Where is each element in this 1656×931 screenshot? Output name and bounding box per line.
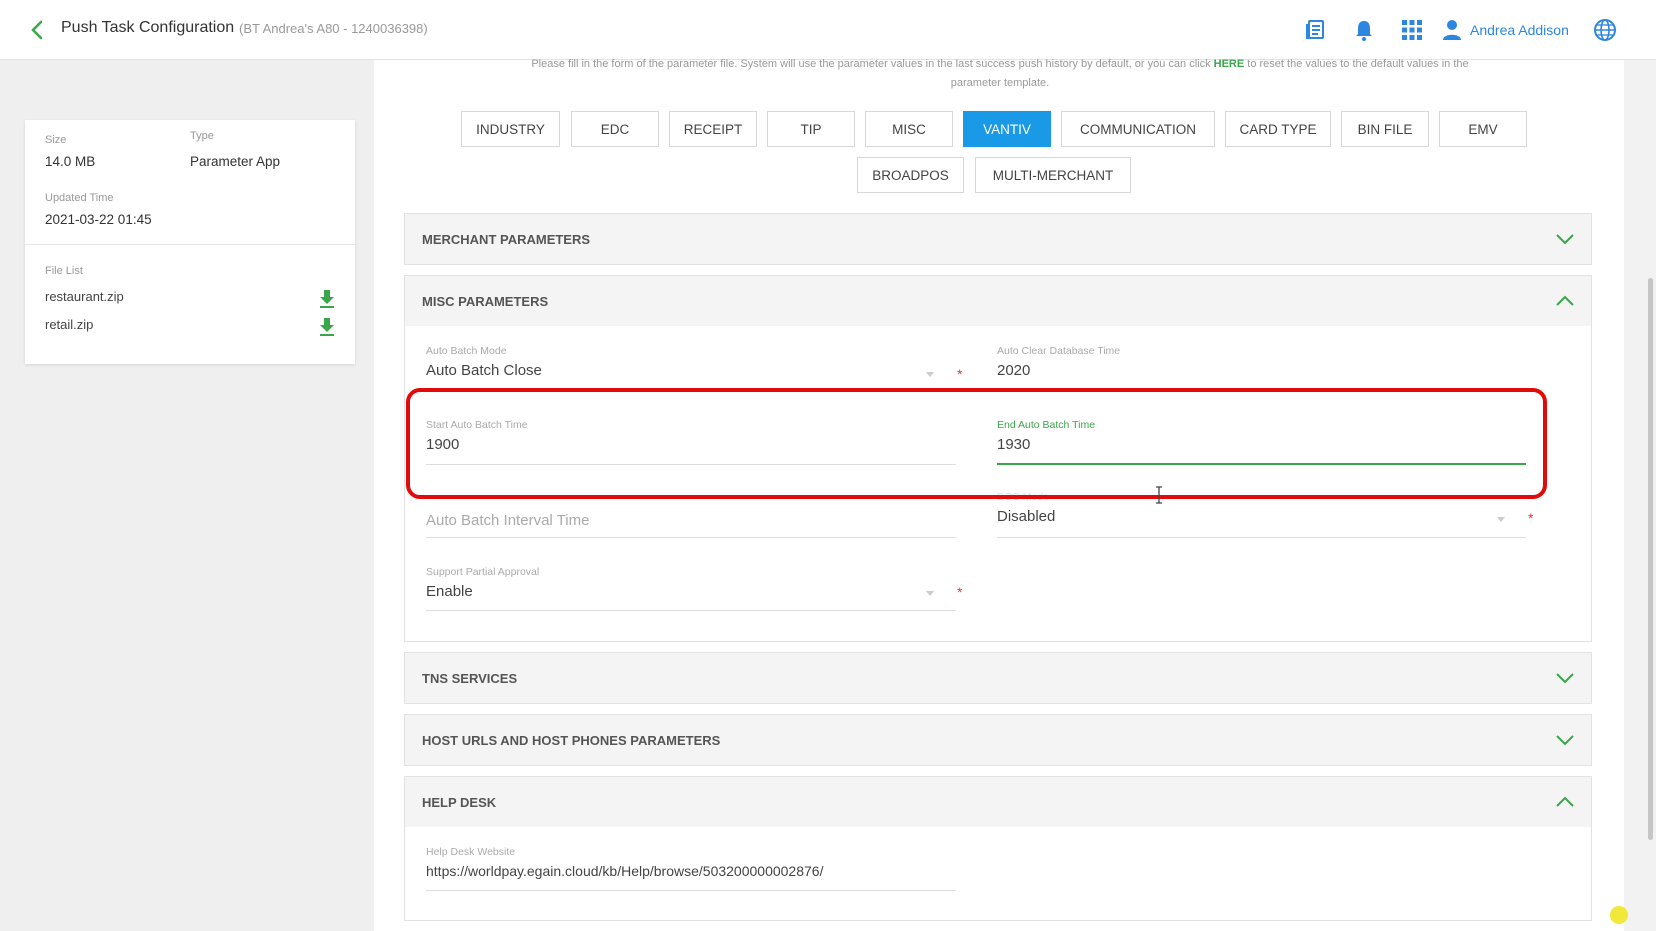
auto-clear-database-time-field[interactable]: Auto Clear Database Time 2020 bbox=[997, 345, 1527, 379]
user-menu[interactable]: Andrea Addison bbox=[1442, 18, 1569, 42]
field-label: Help Desk Website bbox=[426, 846, 516, 858]
card-divider bbox=[25, 244, 355, 245]
field-label: DCC Mode bbox=[997, 491, 1049, 503]
file-name: restaurant.zip bbox=[45, 289, 124, 304]
tab-misc[interactable]: MISC bbox=[865, 111, 953, 147]
dropdown-arrow-icon bbox=[1497, 517, 1505, 522]
field-value: Auto Batch Close bbox=[426, 362, 542, 379]
chevron-up-icon bbox=[1556, 796, 1574, 807]
size-value: 14.0 MB bbox=[45, 154, 96, 169]
required-mark: * bbox=[1528, 510, 1534, 526]
reset-here-link[interactable]: HERE bbox=[1214, 58, 1245, 70]
status-dot-icon bbox=[1610, 906, 1628, 924]
field-underline bbox=[426, 464, 956, 465]
intro-line-1b: to reset the values to the default value… bbox=[1247, 58, 1469, 70]
tab-communication[interactable]: COMMUNICATION bbox=[1061, 111, 1215, 147]
field-value: 1930 bbox=[997, 436, 1031, 453]
start-auto-batch-time-field[interactable]: Start Auto Batch Time 1900 bbox=[426, 419, 956, 466]
bell-icon[interactable] bbox=[1352, 18, 1376, 42]
type-value: Parameter App bbox=[190, 154, 281, 169]
dropdown-arrow-icon bbox=[926, 591, 934, 596]
end-auto-batch-time-field[interactable]: End Auto Batch Time 1930 bbox=[997, 419, 1526, 466]
support-partial-approval-select[interactable]: Support Partial Approval Enable bbox=[426, 566, 956, 611]
field-underline bbox=[426, 610, 956, 611]
field-value: 2020 bbox=[997, 362, 1031, 379]
required-mark: * bbox=[957, 366, 963, 382]
auto-batch-mode-select[interactable]: Auto Batch Mode Auto Batch Close bbox=[426, 345, 956, 379]
type-label: Type bbox=[190, 130, 214, 142]
section-title: HELP DESK bbox=[422, 794, 497, 810]
size-label: Size bbox=[45, 134, 67, 146]
page-subtitle: (BT Andrea's A80 - 1240036398) bbox=[239, 21, 428, 36]
tab-multi-merchant[interactable]: MULTI-MERCHANT bbox=[975, 157, 1131, 193]
chevron-down-icon bbox=[1556, 234, 1574, 245]
host-urls-section: HOST URLS AND HOST PHONES PARAMETERS bbox=[404, 714, 1592, 766]
field-underline-active bbox=[997, 463, 1526, 465]
help-desk-header[interactable]: HELP DESK bbox=[405, 777, 1591, 827]
apps-grid-icon[interactable] bbox=[1400, 18, 1424, 42]
download-icon[interactable] bbox=[319, 317, 335, 337]
updated-time-label: Updated Time bbox=[45, 192, 114, 204]
help-desk-website-field[interactable]: Help Desk Website https://worldpay.egain… bbox=[426, 846, 956, 891]
tab-tip[interactable]: TIP bbox=[767, 111, 855, 147]
intro-line-2: parameter template. bbox=[950, 77, 1050, 89]
section-title: MISC PARAMETERS bbox=[422, 293, 549, 309]
tab-bin-file[interactable]: BIN FILE bbox=[1341, 111, 1429, 147]
tab-industry[interactable]: INDUSTRY bbox=[461, 111, 560, 147]
merchant-parameters-section: MERCHANT PARAMETERS bbox=[404, 213, 1592, 265]
app-info-card: Size 14.0 MB Type Parameter App Updated … bbox=[25, 120, 355, 364]
merchant-parameters-header[interactable]: MERCHANT PARAMETERS bbox=[405, 214, 1591, 264]
section-title: TNS SERVICES bbox=[422, 670, 518, 686]
field-underline bbox=[426, 537, 956, 538]
host-urls-header[interactable]: HOST URLS AND HOST PHONES PARAMETERS bbox=[405, 715, 1591, 765]
tab-emv[interactable]: EMV bbox=[1439, 111, 1527, 147]
field-label: Start Auto Batch Time bbox=[426, 419, 528, 431]
user-name: Andrea Addison bbox=[1470, 22, 1569, 38]
field-placeholder: Auto Batch Interval Time bbox=[426, 512, 590, 529]
download-icon[interactable] bbox=[319, 289, 335, 309]
field-label: Auto Batch Mode bbox=[426, 345, 507, 357]
globe-icon[interactable] bbox=[1593, 18, 1617, 42]
section-title: MERCHANT PARAMETERS bbox=[422, 231, 591, 247]
user-icon bbox=[1443, 20, 1461, 40]
chevron-down-icon bbox=[1556, 735, 1574, 746]
field-underline bbox=[997, 537, 1526, 538]
tab-card-type[interactable]: CARD TYPE bbox=[1225, 111, 1331, 147]
required-mark: * bbox=[957, 584, 963, 600]
field-label: Auto Clear Database Time bbox=[997, 345, 1121, 357]
chevron-down-icon bbox=[1556, 673, 1574, 684]
page-scrollbar[interactable] bbox=[1648, 278, 1653, 840]
tns-services-header[interactable]: TNS SERVICES bbox=[405, 653, 1591, 703]
intro-line-1: Please fill in the form of the parameter… bbox=[531, 58, 1211, 70]
auto-batch-interval-time-field[interactable]: Auto Batch Interval Time bbox=[426, 512, 956, 538]
field-underline bbox=[426, 890, 956, 891]
tab-edc[interactable]: EDC bbox=[571, 111, 659, 147]
section-title: HOST URLS AND HOST PHONES PARAMETERS bbox=[422, 732, 721, 748]
text-cursor-icon bbox=[1156, 486, 1162, 504]
updated-time-value: 2021-03-22 01:45 bbox=[45, 212, 152, 227]
field-label: Support Partial Approval bbox=[426, 566, 540, 578]
page-title: Push Task Configuration bbox=[61, 19, 235, 36]
field-value: 1900 bbox=[426, 436, 460, 453]
misc-parameters-header[interactable]: MISC PARAMETERS bbox=[405, 276, 1591, 326]
top-bar: Push Task Configuration (BT Andrea's A80… bbox=[0, 0, 1656, 60]
left-sidebar: Size 14.0 MB Type Parameter App Updated … bbox=[0, 60, 373, 931]
field-label: End Auto Batch Time bbox=[997, 419, 1096, 431]
tab-broadpos[interactable]: BROADPOS bbox=[857, 157, 964, 193]
dcc-mode-select[interactable]: DCC Mode Disabled bbox=[997, 491, 1526, 538]
field-value: https://worldpay.egain.cloud/kb/Help/bro… bbox=[426, 863, 824, 879]
document-icon[interactable] bbox=[1303, 18, 1327, 42]
tab-receipt[interactable]: RECEIPT bbox=[669, 111, 757, 147]
file-list-label: File List bbox=[45, 265, 83, 277]
field-value: Disabled bbox=[997, 508, 1056, 525]
file-name: retail.zip bbox=[45, 317, 94, 332]
chevron-up-icon bbox=[1556, 295, 1574, 306]
back-arrow-icon[interactable] bbox=[28, 18, 48, 42]
intro-text: Please fill in the form of the parameter… bbox=[460, 55, 1540, 93]
tab-vantiv[interactable]: VANTIV bbox=[963, 111, 1051, 147]
tns-services-section: TNS SERVICES bbox=[404, 652, 1592, 704]
dropdown-arrow-icon bbox=[926, 372, 934, 377]
field-value: Enable bbox=[426, 583, 473, 600]
